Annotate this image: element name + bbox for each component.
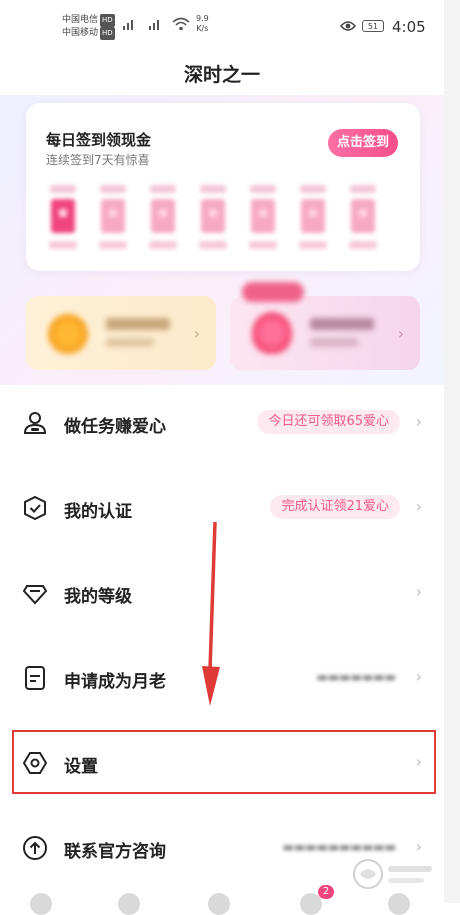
person-task-icon (23, 412, 47, 434)
nav-tab-center[interactable] (208, 893, 230, 915)
hd-badge-2: HD (100, 27, 115, 40)
carrier-info: 中国电信 HD 中国移动 HD (62, 14, 115, 40)
red-packet-icon (151, 199, 175, 233)
arrow-up-circle-icon (23, 836, 47, 860)
checkin-day[interactable] (148, 185, 178, 255)
page-title: 深时之一 (183, 64, 260, 86)
checkin-day[interactable] (48, 185, 78, 255)
chevron-right-icon: › (415, 667, 422, 686)
network-speed: 9.9 K/s (196, 14, 209, 34)
coin-icon (48, 314, 88, 354)
battery-indicator: 51 (362, 20, 384, 32)
wifi-icon (172, 17, 190, 31)
menu-label: 我的等级 (64, 587, 132, 607)
annotation-highlight-box (12, 730, 436, 794)
checkin-button[interactable]: 点击签到 (327, 129, 398, 157)
signal-bars-icon (123, 20, 133, 30)
checkin-day[interactable] (298, 185, 328, 255)
message-count-badge: 2 (318, 885, 334, 899)
clock: 4:05 (392, 18, 426, 36)
menu-badge: 今日还可领取65爱心 (257, 410, 400, 434)
menu-label: 申请成为月老 (64, 672, 166, 692)
speed-value: 9.9 (196, 14, 209, 23)
heart-icon (252, 312, 292, 354)
red-packet-icon (351, 199, 375, 233)
menu-label: 做任务赚爱心 (64, 417, 166, 437)
menu-badge: 完成认证领21爱心 (270, 495, 400, 519)
eye-comfort-icon (340, 21, 356, 31)
checkin-days-row (48, 185, 408, 257)
status-bar: 中国电信 HD 中国移动 HD 9.9 K/s 51 4:05 (0, 0, 444, 56)
red-packet-icon (301, 199, 325, 233)
document-icon (25, 666, 45, 690)
checkin-day[interactable] (198, 185, 228, 255)
shield-check-icon (24, 495, 46, 521)
checkin-day[interactable] (248, 185, 278, 255)
red-packet-icon (51, 199, 75, 233)
feature-card-hearts[interactable]: › (230, 282, 420, 370)
red-packet-icon (101, 199, 125, 233)
chevron-right-icon: › (415, 582, 422, 601)
menu-value-blurred: ▬▬▬▬▬▬▬ (316, 670, 396, 684)
feature-card-coins[interactable]: › (26, 296, 216, 370)
chevron-right-icon: › (193, 324, 200, 343)
red-packet-icon (201, 199, 225, 233)
promo-pill (242, 282, 304, 302)
checkin-title: 每日签到领现金 (46, 131, 152, 149)
daily-checkin-card: 每日签到领现金 连续签到7天有惊喜 点击签到 (26, 103, 420, 271)
checkin-day[interactable] (348, 185, 378, 255)
carrier-1-label: 中国电信 (62, 15, 99, 25)
menu-label: 联系官方咨询 (64, 842, 166, 862)
menu-label: 我的认证 (64, 502, 132, 522)
chevron-right-icon: › (397, 324, 404, 343)
speed-unit: K/s (196, 24, 209, 33)
right-frame-edge (444, 0, 460, 903)
checkin-day[interactable] (98, 185, 128, 255)
checkin-subtitle: 连续签到7天有惊喜 (46, 153, 150, 167)
signal-bars-icon-2 (149, 20, 159, 30)
nav-tab-discover[interactable] (118, 893, 140, 915)
annotation-arrow (202, 521, 220, 706)
hd-badge-1: HD (100, 14, 115, 27)
chevron-right-icon: › (415, 497, 422, 516)
carrier-2-label: 中国移动 (62, 28, 99, 38)
nav-tab-home[interactable] (30, 893, 52, 915)
nav-tab-me[interactable] (388, 893, 410, 915)
chevron-right-icon: › (415, 412, 422, 431)
diamond-icon (22, 585, 48, 605)
watermark-logo (353, 859, 432, 889)
menu-item-tasks[interactable]: 做任务赚爱心 今日还可领取65爱心 › (0, 380, 444, 464)
red-packet-icon (251, 199, 275, 233)
